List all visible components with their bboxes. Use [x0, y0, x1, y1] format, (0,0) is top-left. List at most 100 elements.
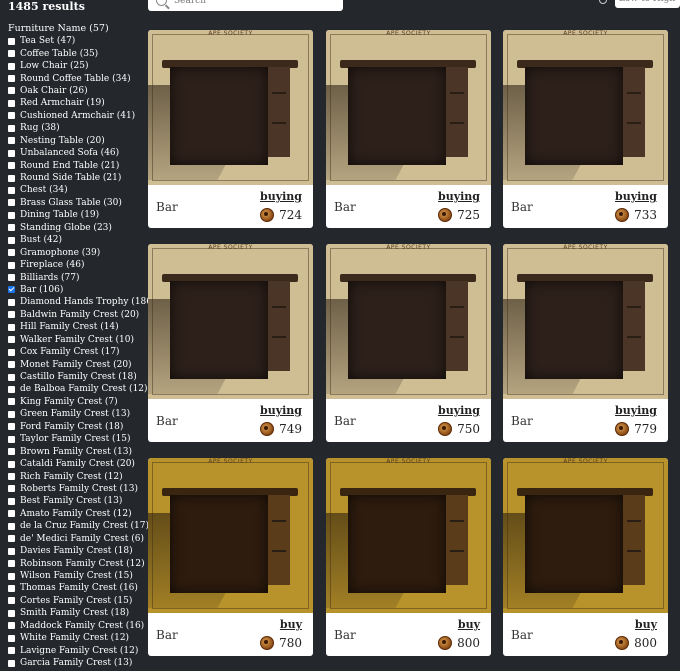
filter-item[interactable]: Thomas Family Crest (16) — [8, 582, 156, 594]
filter-item[interactable]: Davies Family Crest (18) — [8, 545, 156, 557]
item-image[interactable]: APE SOCIETY — [148, 458, 313, 613]
filter-checkbox[interactable] — [8, 348, 15, 356]
item-card[interactable]: APE SOCIETY Bar buy 800 — [503, 458, 668, 656]
filter-item[interactable]: Red Armchair (19) — [8, 97, 156, 109]
filter-checkbox[interactable] — [8, 149, 15, 157]
filter-item[interactable]: Castillo Family Crest (18) — [8, 371, 156, 383]
filter-item[interactable]: Brass Glass Table (30) — [8, 197, 156, 209]
filter-item[interactable]: Low Chair (25) — [8, 60, 156, 72]
filter-item[interactable]: Best Family Crest (13) — [8, 495, 156, 507]
filter-checkbox[interactable] — [8, 423, 15, 431]
filter-item[interactable]: Fireplace (46) — [8, 259, 156, 271]
buy-link[interactable]: buy — [458, 618, 480, 631]
filter-item[interactable]: Baldwin Family Crest (20) — [8, 309, 156, 321]
filter-checkbox[interactable] — [8, 622, 15, 630]
item-image[interactable]: APE SOCIETY — [503, 30, 668, 185]
filter-checkbox[interactable] — [8, 634, 15, 642]
filter-item[interactable]: Lavigne Family Crest (12) — [8, 644, 156, 656]
filter-item[interactable]: de la Cruz Family Crest (17) — [8, 520, 156, 532]
search-icon[interactable] — [599, 0, 607, 4]
filter-item[interactable]: Chest (34) — [8, 184, 156, 196]
filter-checkbox[interactable] — [8, 236, 15, 244]
filter-checkbox[interactable] — [8, 584, 15, 592]
filter-checkbox[interactable] — [8, 75, 15, 83]
filter-checkbox[interactable] — [8, 460, 15, 468]
filter-checkbox[interactable] — [8, 522, 15, 530]
item-image[interactable]: APE SOCIETY — [326, 458, 491, 613]
filter-item[interactable]: Nesting Table (20) — [8, 135, 156, 147]
filter-checkbox[interactable] — [8, 249, 15, 257]
filter-checkbox[interactable] — [8, 497, 15, 505]
filter-checkbox[interactable] — [8, 373, 15, 381]
filter-checkbox[interactable] — [8, 174, 15, 182]
item-image[interactable]: APE SOCIETY — [503, 244, 668, 399]
filter-item[interactable]: de' Medici Family Crest (6) — [8, 533, 156, 545]
filter-checkbox[interactable] — [8, 162, 15, 170]
filter-item[interactable]: Ford Family Crest (18) — [8, 421, 156, 433]
filter-item[interactable]: Gramophone (39) — [8, 246, 156, 258]
filter-item[interactable]: Dining Table (19) — [8, 209, 156, 221]
filter-checkbox[interactable] — [8, 547, 15, 555]
item-image[interactable]: APE SOCIETY — [326, 30, 491, 185]
filter-checkbox[interactable] — [8, 298, 15, 306]
item-card[interactable]: APE SOCIETY Bar buying 749 — [148, 244, 313, 442]
filter-item[interactable]: Diamond Hands Trophy (186) — [8, 296, 156, 308]
filter-item[interactable]: Bar (106) — [8, 284, 156, 296]
sort-select[interactable]: Low to High — [615, 0, 680, 8]
filter-item[interactable]: Taylor Family Crest (15) — [8, 433, 156, 445]
filter-item[interactable]: Smith Family Crest (18) — [8, 607, 156, 619]
filter-checkbox[interactable] — [8, 323, 15, 331]
buy-link[interactable]: buy — [280, 618, 302, 631]
item-card[interactable]: APE SOCIETY Bar buy 780 — [148, 458, 313, 656]
filter-checkbox[interactable] — [8, 50, 15, 58]
filter-checkbox[interactable] — [8, 186, 15, 194]
buy-link[interactable]: buying — [260, 404, 302, 417]
search-input[interactable] — [172, 0, 326, 7]
filter-checkbox[interactable] — [8, 137, 15, 145]
filter-checkbox[interactable] — [8, 510, 15, 518]
filter-checkbox[interactable] — [8, 286, 15, 294]
item-card[interactable]: APE SOCIETY Bar buying 733 — [503, 30, 668, 228]
filter-checkbox[interactable] — [8, 572, 15, 580]
filter-item[interactable]: Monet Family Crest (20) — [8, 358, 156, 370]
item-card[interactable]: APE SOCIETY Bar buying 724 — [148, 30, 313, 228]
filter-item[interactable]: de Balboa Family Crest (12) — [8, 383, 156, 395]
buy-link[interactable]: buying — [438, 190, 480, 203]
filter-checkbox[interactable] — [8, 473, 15, 481]
filter-checkbox[interactable] — [8, 361, 15, 369]
filter-item[interactable]: Wilson Family Crest (15) — [8, 570, 156, 582]
filter-checkbox[interactable] — [8, 435, 15, 443]
filter-checkbox[interactable] — [8, 485, 15, 493]
filter-item[interactable]: Standing Globe (23) — [8, 222, 156, 234]
filter-item[interactable]: Round Coffee Table (34) — [8, 72, 156, 84]
filter-item[interactable]: Green Family Crest (13) — [8, 408, 156, 420]
filter-item[interactable]: Hill Family Crest (14) — [8, 321, 156, 333]
filter-checkbox[interactable] — [8, 410, 15, 418]
filter-checkbox[interactable] — [8, 398, 15, 406]
item-card[interactable]: APE SOCIETY Bar buying 779 — [503, 244, 668, 442]
filter-item[interactable]: Rug (38) — [8, 122, 156, 134]
filter-item[interactable]: Tea Set (47) — [8, 35, 156, 47]
filter-checkbox[interactable] — [8, 211, 15, 219]
filter-checkbox[interactable] — [8, 274, 15, 282]
filter-item[interactable]: Bust (42) — [8, 234, 156, 246]
filter-item[interactable]: Amato Family Crest (12) — [8, 508, 156, 520]
filter-checkbox[interactable] — [8, 124, 15, 132]
filter-item[interactable]: Round Side Table (21) — [8, 172, 156, 184]
filter-item[interactable]: Garcia Family Crest (13) — [8, 657, 156, 669]
filter-item[interactable]: Roberts Family Crest (13) — [8, 483, 156, 495]
item-card[interactable]: APE SOCIETY Bar buying 725 — [326, 30, 491, 228]
item-image[interactable]: APE SOCIETY — [148, 30, 313, 185]
filter-checkbox[interactable] — [8, 535, 15, 543]
filter-item[interactable]: Round End Table (21) — [8, 159, 156, 171]
filter-checkbox[interactable] — [8, 385, 15, 393]
filter-item[interactable]: Oak Chair (26) — [8, 85, 156, 97]
filter-item[interactable]: Cushioned Armchair (41) — [8, 110, 156, 122]
filter-item[interactable]: Walker Family Crest (10) — [8, 334, 156, 346]
filter-item[interactable]: King Family Crest (7) — [8, 396, 156, 408]
item-card[interactable]: APE SOCIETY Bar buy 800 — [326, 458, 491, 656]
filter-item[interactable]: Robinson Family Crest (12) — [8, 557, 156, 569]
filter-checkbox[interactable] — [8, 311, 15, 319]
filter-checkbox[interactable] — [8, 62, 15, 70]
buy-link[interactable]: buying — [438, 404, 480, 417]
